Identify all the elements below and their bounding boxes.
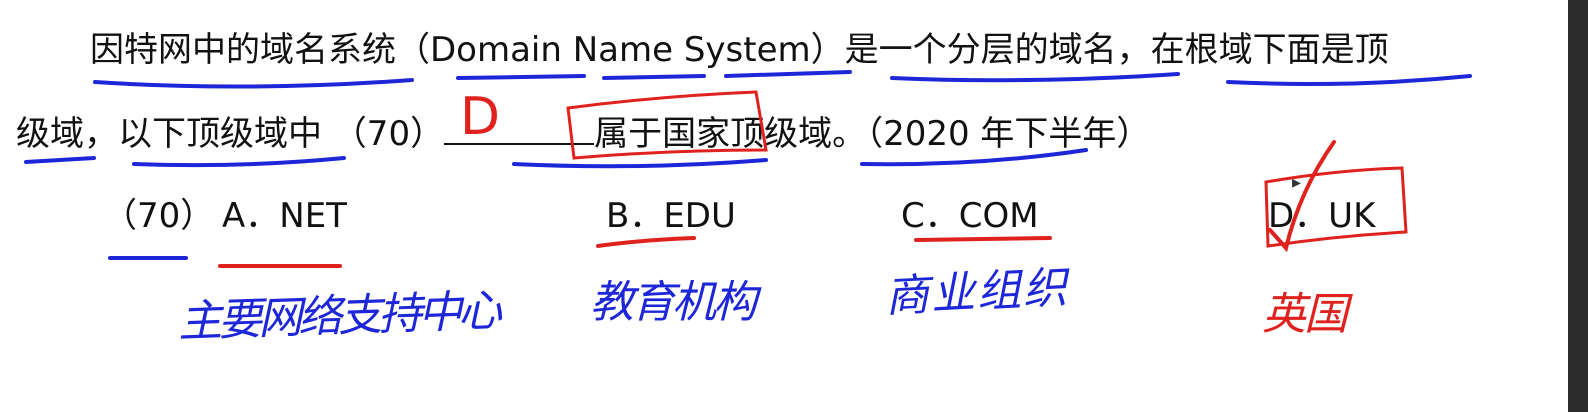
question-number: （70） — [103, 196, 215, 236]
mouse-cursor-icon: ▸ — [1292, 172, 1302, 193]
underline-option-c — [914, 236, 1052, 242]
handwritten-note-edu: 教育机构 — [590, 277, 757, 328]
underline-option-b — [596, 236, 696, 248]
question-line-2-start: 级域，以下顶级域中 （70） — [16, 114, 445, 154]
underline-domain-system — [93, 78, 414, 89]
underline-domain — [456, 74, 586, 80]
underline-belongs — [512, 158, 768, 169]
handwritten-note-net: 主要网络支持中心 — [177, 285, 499, 348]
question-line-1: 因特网中的域名系统（Domain Name System）是一个分层的域名，在根… — [90, 30, 1389, 70]
side-strip — [1568, 0, 1588, 412]
underline-system — [724, 70, 852, 78]
option-c: C．COM — [901, 196, 1039, 236]
question-line-2-end: 属于国家顶级域。（2020 年下半年） — [594, 114, 1151, 154]
handwritten-note-uk: 英国 — [1262, 289, 1348, 340]
underline-name — [602, 74, 706, 80]
handwritten-note-com: 商业组织 — [883, 262, 1071, 323]
option-a: A．NET — [222, 196, 347, 236]
underline-following — [132, 156, 346, 168]
underline-root-domain — [1226, 74, 1472, 86]
option-d: D．UK — [1268, 196, 1376, 236]
underline-hierarchical — [890, 72, 1180, 83]
handwritten-answer: D — [460, 87, 501, 147]
question-line-2: 级域，以下顶级域中 （70） 属于国家顶级域。（2020 年下半年） — [16, 113, 1150, 154]
option-b: B．EDU — [606, 196, 736, 236]
underline-top-level — [24, 156, 96, 164]
